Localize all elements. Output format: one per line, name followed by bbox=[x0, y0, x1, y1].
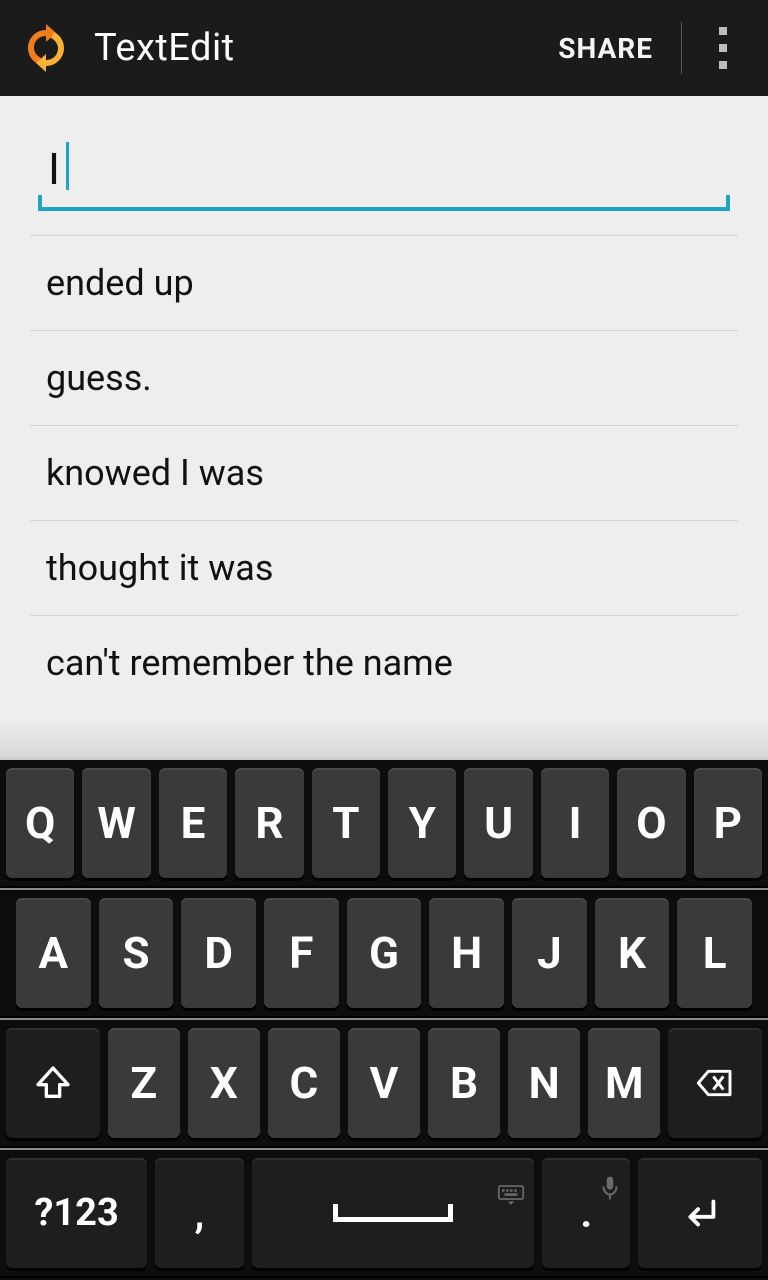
key-w[interactable]: W bbox=[82, 768, 150, 878]
key-symbols[interactable]: ?123 bbox=[6, 1158, 147, 1268]
suggestion-item[interactable]: ended up bbox=[30, 235, 738, 330]
enter-icon bbox=[677, 1190, 723, 1236]
spacebar-icon bbox=[333, 1204, 453, 1222]
key-g[interactable]: G bbox=[347, 898, 422, 1008]
backspace-icon bbox=[695, 1063, 735, 1103]
key-c[interactable]: C bbox=[268, 1028, 340, 1138]
key-n[interactable]: N bbox=[508, 1028, 580, 1138]
key-h[interactable]: H bbox=[429, 898, 504, 1008]
key-i[interactable]: I bbox=[541, 768, 609, 878]
key-x[interactable]: X bbox=[188, 1028, 260, 1138]
key-comma[interactable]: , bbox=[155, 1158, 243, 1268]
key-l[interactable]: L bbox=[677, 898, 752, 1008]
key-t[interactable]: T bbox=[312, 768, 380, 878]
key-u[interactable]: U bbox=[464, 768, 532, 878]
key-shift[interactable] bbox=[6, 1028, 100, 1138]
soft-keyboard: Q W E R T Y U I O P A S D F G H J K L Z … bbox=[0, 757, 768, 1280]
text-input[interactable]: I bbox=[30, 132, 738, 217]
key-q[interactable]: Q bbox=[6, 768, 74, 878]
key-period[interactable]: . bbox=[542, 1158, 630, 1268]
key-period-label: . bbox=[580, 1190, 592, 1237]
key-z[interactable]: Z bbox=[108, 1028, 180, 1138]
app-title: TextEdit bbox=[94, 26, 532, 70]
keyboard-row-4: ?123 , . bbox=[0, 1148, 768, 1278]
keyboard-row-1: Q W E R T Y U I O P bbox=[0, 760, 768, 888]
key-b[interactable]: B bbox=[428, 1028, 500, 1138]
key-space[interactable] bbox=[252, 1158, 535, 1268]
suggestion-item[interactable]: thought it was bbox=[30, 520, 738, 615]
key-f[interactable]: F bbox=[264, 898, 339, 1008]
share-button[interactable]: SHARE bbox=[532, 0, 679, 96]
key-o[interactable]: O bbox=[617, 768, 685, 878]
microphone-icon bbox=[600, 1164, 620, 1211]
key-a[interactable]: A bbox=[16, 898, 91, 1008]
suggestion-item[interactable]: guess. bbox=[30, 330, 738, 425]
text-input-value: I bbox=[48, 143, 60, 195]
content-fade bbox=[0, 717, 768, 757]
key-y[interactable]: Y bbox=[388, 768, 456, 878]
app-icon bbox=[20, 22, 72, 74]
key-s[interactable]: S bbox=[99, 898, 174, 1008]
keyboard-switch-icon bbox=[498, 1164, 524, 1216]
key-d[interactable]: D bbox=[181, 898, 256, 1008]
keyboard-row-3: Z X C V B N M bbox=[0, 1018, 768, 1148]
key-m[interactable]: M bbox=[588, 1028, 660, 1138]
suggestion-item[interactable]: can't remember the name bbox=[30, 615, 738, 710]
text-cursor bbox=[66, 142, 69, 190]
key-backspace[interactable] bbox=[668, 1028, 762, 1138]
action-bar: TextEdit SHARE bbox=[0, 0, 768, 96]
key-enter[interactable] bbox=[638, 1158, 762, 1268]
key-r[interactable]: R bbox=[235, 768, 303, 878]
key-j[interactable]: J bbox=[512, 898, 587, 1008]
shift-icon bbox=[33, 1063, 73, 1103]
keyboard-row-2: A S D F G H J K L bbox=[0, 888, 768, 1018]
editor-area: I ended up guess. knowed I was thought i… bbox=[0, 96, 768, 757]
key-p[interactable]: P bbox=[694, 768, 762, 878]
suggestion-list: ended up guess. knowed I was thought it … bbox=[30, 235, 738, 710]
key-e[interactable]: E bbox=[159, 768, 227, 878]
suggestion-item[interactable]: knowed I was bbox=[30, 425, 738, 520]
key-v[interactable]: V bbox=[348, 1028, 420, 1138]
action-bar-divider bbox=[681, 22, 682, 74]
overflow-menu-button[interactable] bbox=[688, 0, 758, 96]
key-k[interactable]: K bbox=[595, 898, 670, 1008]
